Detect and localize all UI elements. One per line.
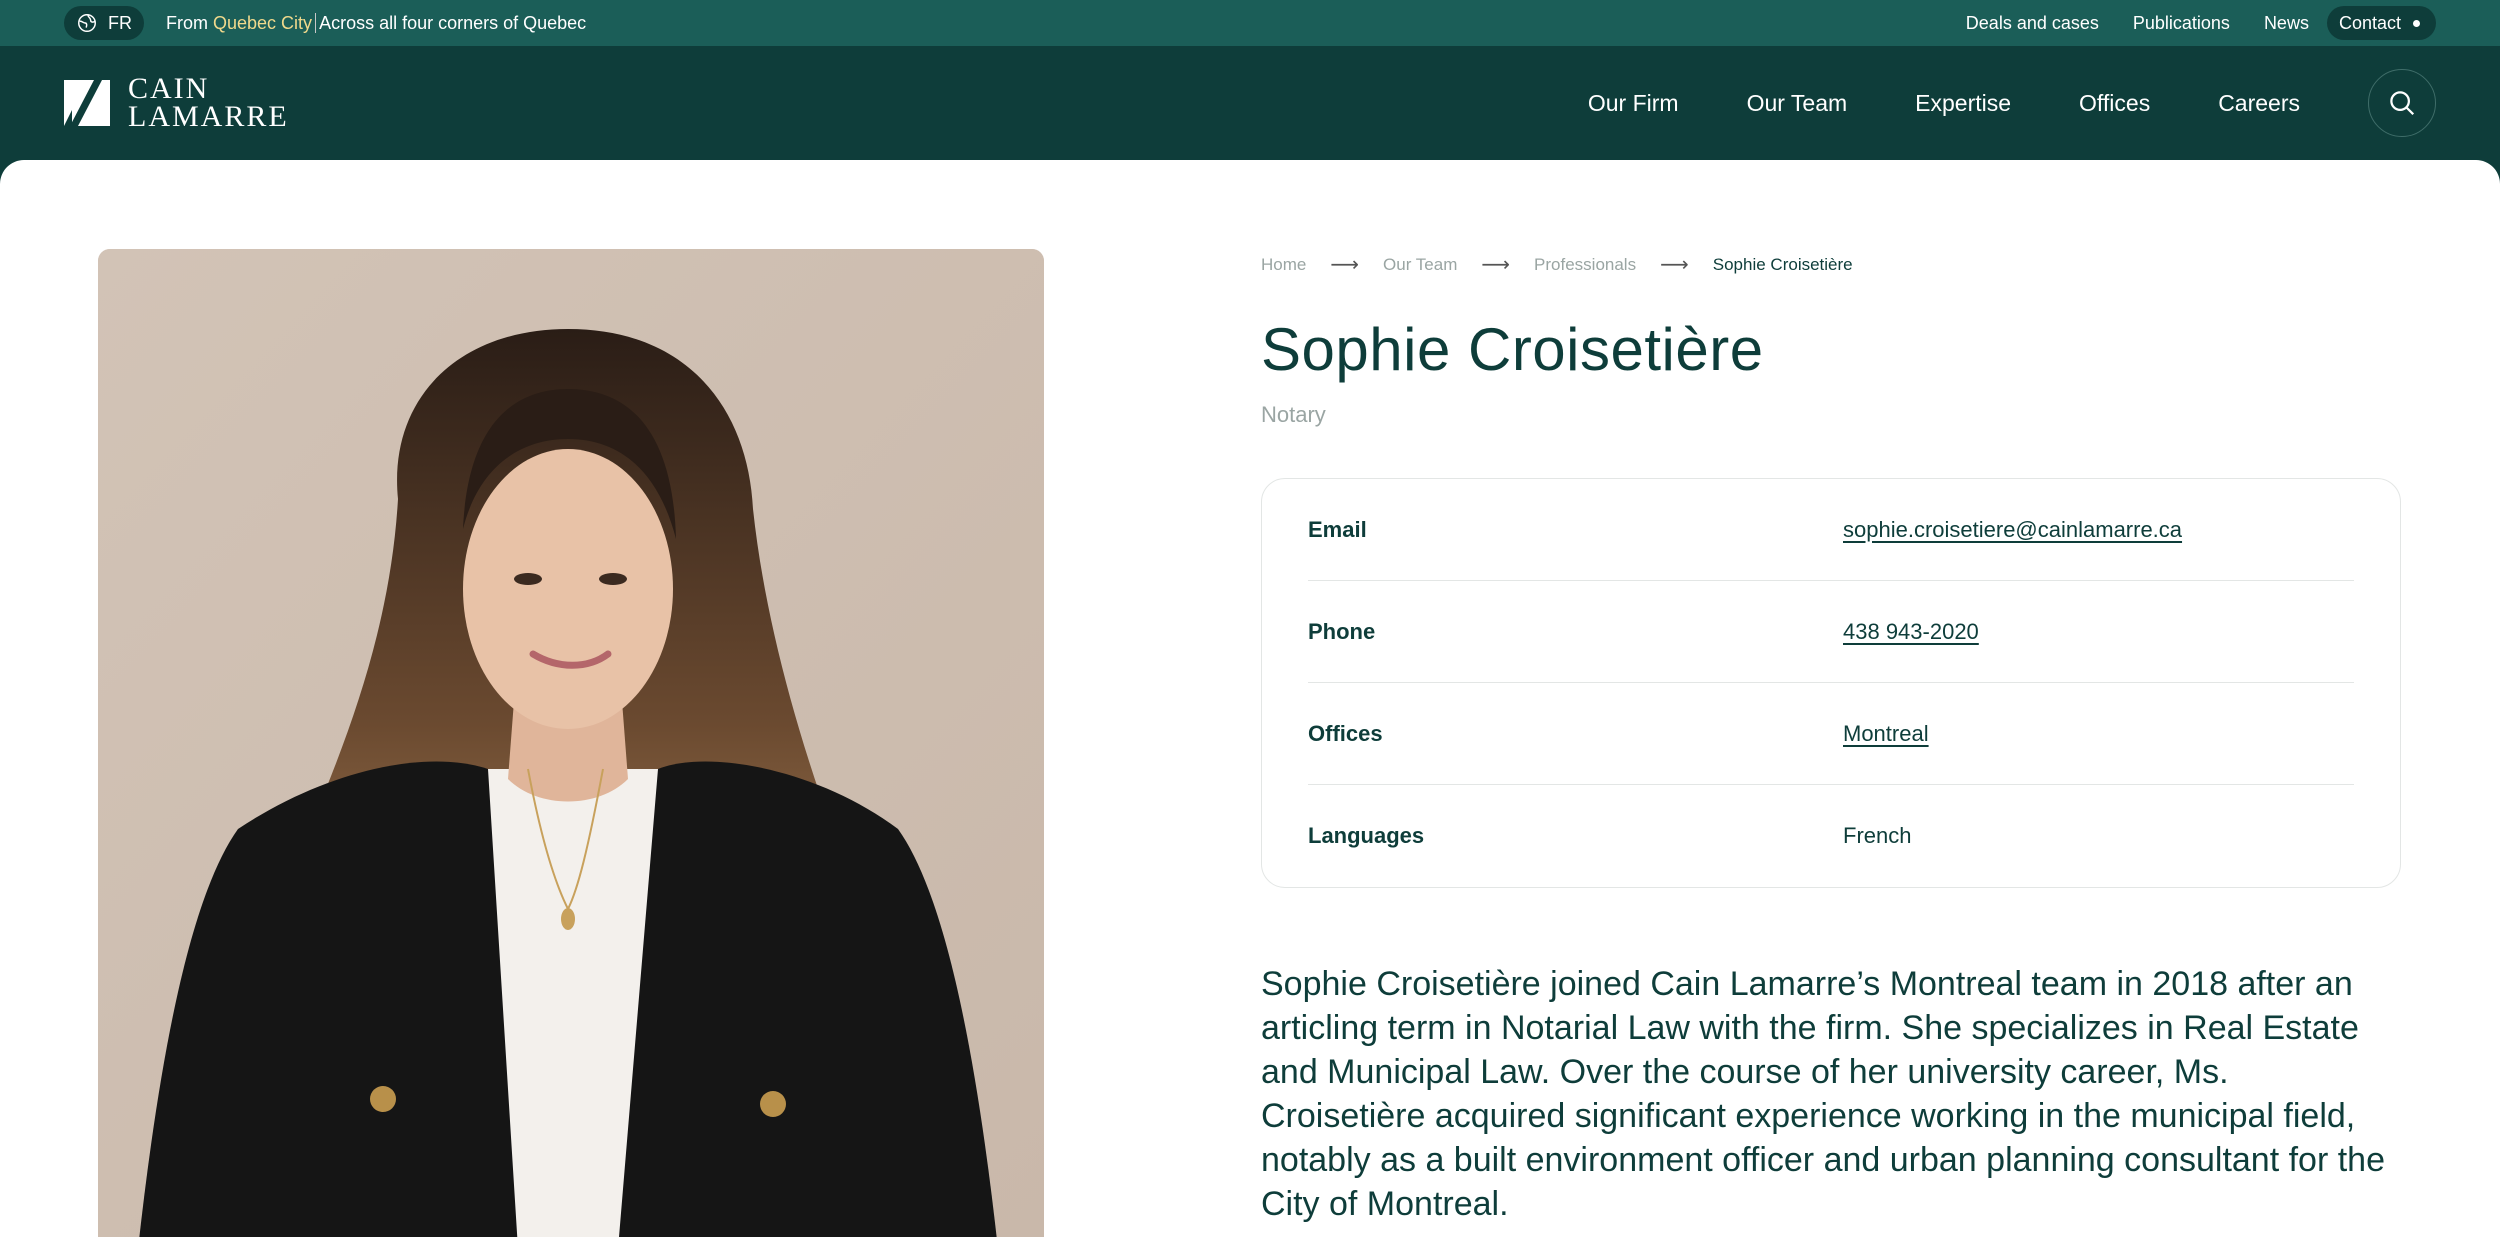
tagline-prefix: From	[166, 12, 208, 33]
contact-button[interactable]: Contact	[2326, 6, 2436, 40]
main-nav: Our Firm Our Team Expertise Offices Care…	[1588, 90, 2300, 117]
arrow-right-icon: ⟶	[1660, 254, 1689, 276]
breadcrumb-our-team[interactable]: Our Team	[1383, 255, 1457, 275]
contact-label: Contact	[2338, 12, 2401, 33]
info-row-languages: Languages French	[1308, 785, 2354, 887]
languages-value: French	[1843, 823, 1912, 848]
language-switch[interactable]: FR	[64, 6, 144, 40]
office-link[interactable]: Montreal	[1843, 721, 1929, 747]
logo-line-1: CAIN	[128, 72, 210, 105]
breadcrumb-professionals[interactable]: Professionals	[1534, 255, 1636, 275]
utility-links: Deals and cases Publications News Contac…	[1966, 6, 2436, 40]
logo-line-2: LAMARRE	[128, 100, 289, 133]
logo-mark-icon	[64, 80, 110, 126]
info-row-email: Email sophie.croisetiere@cainlamarre.ca	[1308, 479, 2354, 581]
profile-name: Sophie Croisetière	[1261, 316, 1764, 383]
info-row-offices: Offices Montreal	[1308, 683, 2354, 785]
profile-photo	[98, 249, 1044, 1237]
email-label: Email	[1308, 516, 1367, 542]
globe-icon	[78, 14, 96, 32]
publications-link[interactable]: Publications	[2133, 13, 2230, 34]
profile-page: Home ⟶ Our Team ⟶ Professionals ⟶ Sophie…	[0, 160, 2500, 1237]
phone-link[interactable]: 438 943-2020	[1843, 619, 1979, 645]
breadcrumb: Home ⟶ Our Team ⟶ Professionals ⟶ Sophie…	[1261, 252, 1853, 277]
tagline-suffix: Across all four corners of Quebec	[319, 12, 587, 33]
arrow-right-icon: ⟶	[1330, 254, 1360, 276]
offices-label: Offices	[1308, 720, 1383, 746]
profile-role: Notary	[1261, 402, 1326, 427]
search-icon	[2390, 91, 2415, 116]
info-row-phone: Phone 438 943-2020	[1308, 581, 2354, 683]
deals-and-cases-link[interactable]: Deals and cases	[1966, 13, 2099, 34]
breadcrumb-current: Sophie Croisetière	[1712, 254, 1853, 274]
breadcrumb-home[interactable]: Home	[1261, 255, 1306, 275]
arrow-right-icon: ⟶	[1481, 254, 1511, 276]
dot-icon	[2413, 19, 2420, 27]
tagline-city: Quebec City	[213, 12, 317, 33]
languages-label: Languages	[1308, 823, 1425, 848]
news-link[interactable]: News	[2264, 13, 2309, 34]
nav-offices[interactable]: Offices	[2079, 90, 2150, 117]
language-label: FR	[108, 12, 132, 33]
utility-bar: FR From Quebec City Across all four corne…	[0, 0, 2500, 46]
main-header: CAIN LAMARRE Our Firm Our Team Expertise…	[0, 46, 2500, 160]
nav-our-team[interactable]: Our Team	[1747, 90, 1848, 117]
portrait-image	[98, 249, 1044, 1237]
nav-careers[interactable]: Careers	[2218, 90, 2300, 117]
nav-expertise[interactable]: Expertise	[1915, 90, 2011, 117]
profile-bio: Sophie Croisetière joined Cain Lamarre’s…	[1261, 965, 2385, 1223]
phone-label: Phone	[1308, 618, 1376, 644]
logo-text: CAIN LAMARRE	[128, 72, 289, 133]
logo[interactable]: CAIN LAMARRE	[64, 72, 289, 133]
nav-our-firm[interactable]: Our Firm	[1588, 90, 1679, 117]
contact-info-card: Email sophie.croisetiere@cainlamarre.ca …	[1261, 478, 2401, 888]
email-link[interactable]: sophie.croisetiere@cainlamarre.ca	[1843, 517, 2182, 543]
tagline: From Quebec City Across all four corners …	[166, 12, 587, 34]
search-button[interactable]	[2368, 69, 2436, 137]
